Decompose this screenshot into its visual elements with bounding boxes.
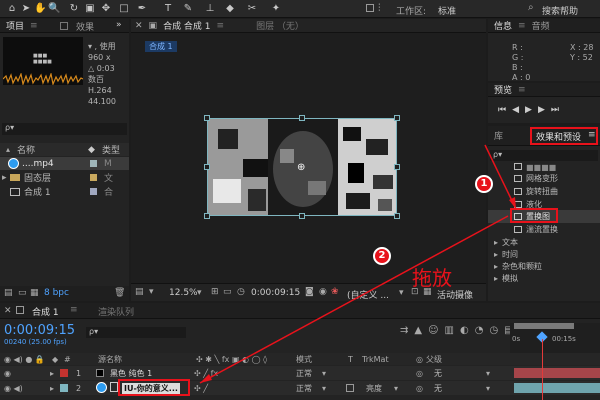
annotation-badge-2: 2 xyxy=(373,247,391,265)
arrow-head xyxy=(509,197,516,209)
drag-drop-label: 拖放 xyxy=(412,266,452,290)
arrow-head xyxy=(200,374,212,383)
annotation-arrows xyxy=(199,144,517,384)
arrow-line xyxy=(199,215,509,384)
annotation-badge-1: 1 xyxy=(475,175,493,193)
